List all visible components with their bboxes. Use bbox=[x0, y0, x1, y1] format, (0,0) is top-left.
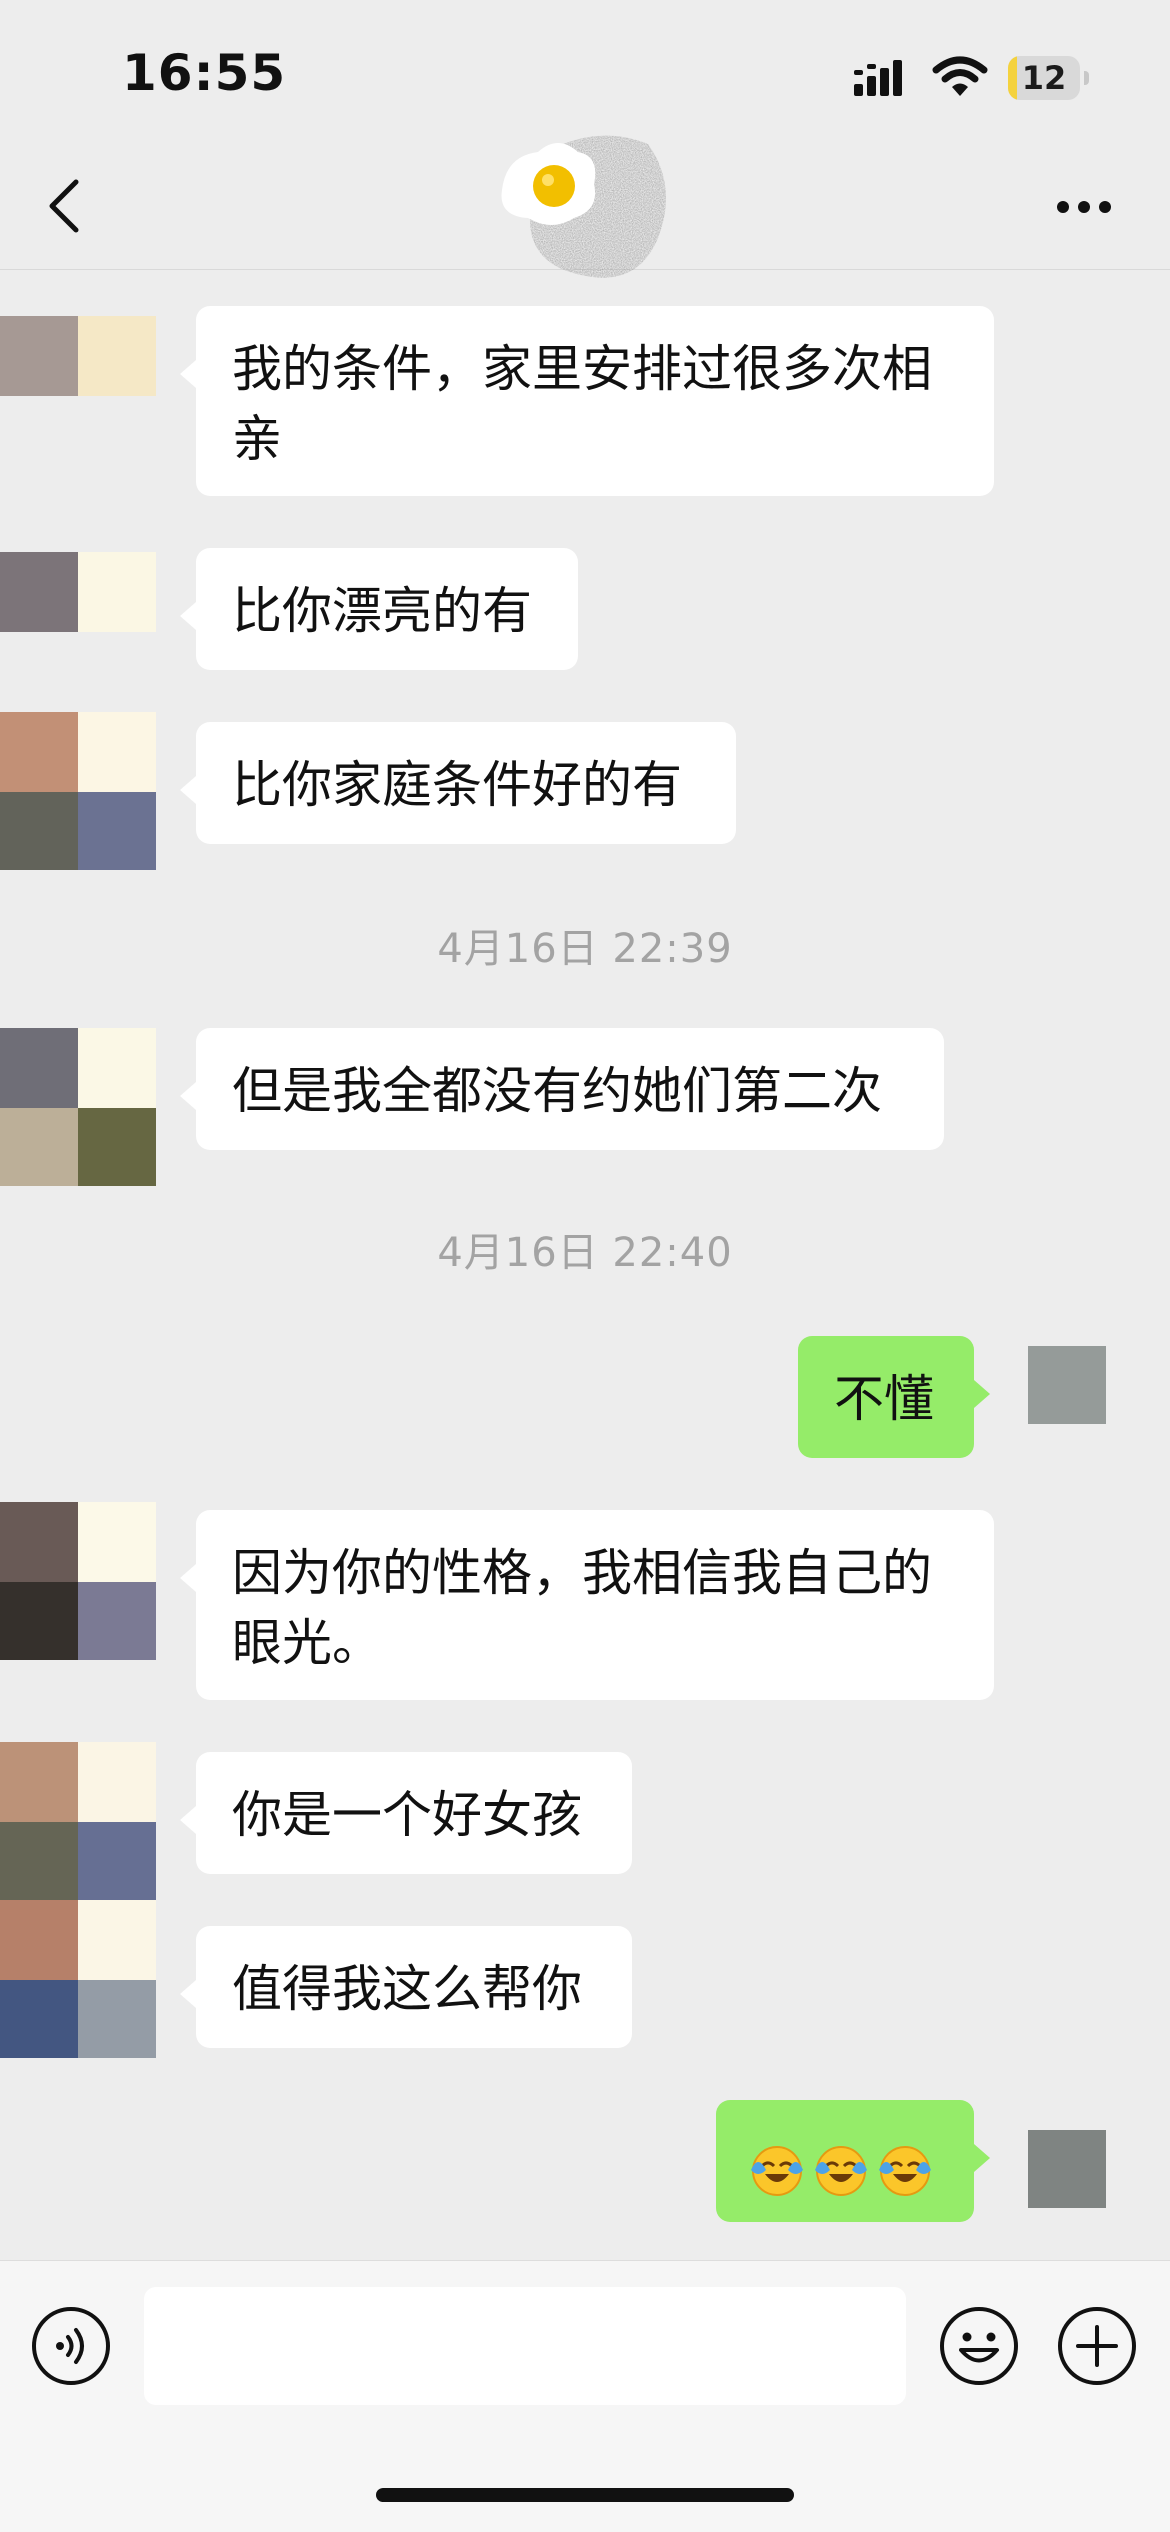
message-bubble-incoming[interactable]: 值得我这么帮你 bbox=[180, 1926, 632, 2048]
contact-avatar bbox=[78, 1028, 156, 1108]
loudly-crying-laughing-emoji bbox=[879, 2145, 931, 2196]
chat-header bbox=[0, 135, 1170, 278]
ellipsis-icon[interactable] bbox=[1055, 198, 1113, 216]
message-bubble-incoming[interactable]: 因为你的性格，我相信我自己的眼光。 bbox=[180, 1510, 994, 1700]
message-text: 比你漂亮的有 bbox=[232, 582, 532, 640]
message-bubble-incoming[interactable]: 我的条件，家里安排过很多次相亲 bbox=[180, 306, 994, 496]
message-bubble-outgoing[interactable]: 不懂 bbox=[798, 1336, 990, 1458]
contact-avatar bbox=[0, 792, 78, 870]
battery-icon: 12 bbox=[1008, 56, 1090, 100]
message-text: 不懂 bbox=[834, 1370, 934, 1428]
loudly-crying-laughing-emoji bbox=[751, 2145, 803, 2196]
loudly-crying-laughing-emoji bbox=[815, 2145, 867, 2196]
battery-cap bbox=[1084, 71, 1089, 85]
contact-avatar[interactable] bbox=[0, 712, 78, 792]
contact-avatar bbox=[0, 1980, 78, 2058]
contact-avatar[interactable] bbox=[0, 316, 78, 396]
contact-avatar bbox=[0, 1108, 78, 1186]
message-text: 值得我这么帮你 bbox=[232, 1960, 582, 2018]
message-bubble-incoming[interactable]: 你是一个好女孩 bbox=[180, 1752, 632, 1874]
message-text: 比你家庭条件好的有 bbox=[232, 756, 682, 814]
status-time: 16:55 bbox=[122, 44, 287, 102]
contact-avatar bbox=[0, 1822, 78, 1900]
message-bubble-incoming[interactable]: 但是我全都没有约她们第二次 bbox=[180, 1028, 944, 1150]
message-bubble-incoming[interactable]: 比你家庭条件好的有 bbox=[180, 722, 736, 844]
contact-avatar bbox=[0, 1582, 78, 1660]
contact-avatar bbox=[78, 1582, 156, 1660]
message-text: 我的条件，家里安排过很多次相亲 bbox=[232, 340, 932, 468]
contact-avatar[interactable] bbox=[0, 1900, 78, 1980]
home-indicator bbox=[376, 2488, 794, 2502]
message-timestamp: 4月16日 22:40 bbox=[437, 1230, 733, 1276]
chevron-left-icon[interactable] bbox=[40, 176, 90, 236]
message-input[interactable] bbox=[144, 2287, 906, 2405]
contact-avatar bbox=[78, 1502, 156, 1582]
wifi-icon bbox=[932, 56, 988, 96]
signal-icon bbox=[854, 60, 902, 96]
voice-icon[interactable] bbox=[30, 2305, 112, 2387]
contact-avatar[interactable] bbox=[0, 1028, 78, 1108]
my-avatar[interactable] bbox=[1028, 2130, 1106, 2208]
contact-avatar[interactable] bbox=[0, 552, 78, 632]
contact-avatar bbox=[78, 1900, 156, 1980]
plus-icon[interactable] bbox=[1056, 2305, 1138, 2387]
contact-avatar bbox=[78, 712, 156, 792]
my-avatar[interactable] bbox=[1028, 1346, 1106, 1424]
message-text: 但是我全都没有约她们第二次 bbox=[232, 1062, 882, 1120]
message-text: 你是一个好女孩 bbox=[232, 1786, 582, 1844]
message-bubble-outgoing[interactable] bbox=[716, 2100, 990, 2222]
chat-messages[interactable]: 我的条件，家里安排过很多次相亲 比你漂亮的有 比你家庭条件好的有 4月16日 2… bbox=[0, 270, 1170, 2260]
contact-avatar bbox=[78, 1108, 156, 1186]
message-timestamp: 4月16日 22:39 bbox=[437, 926, 733, 972]
contact-avatar[interactable] bbox=[0, 1742, 78, 1822]
contact-avatar bbox=[78, 792, 156, 870]
contact-avatar bbox=[78, 1822, 156, 1900]
contact-avatar bbox=[78, 1742, 156, 1822]
message-text: 因为你的性格，我相信我自己的眼光。 bbox=[232, 1544, 932, 1672]
contact-avatar bbox=[78, 552, 156, 632]
message-bubble-incoming[interactable]: 比你漂亮的有 bbox=[180, 548, 578, 670]
contact-avatar[interactable] bbox=[0, 1502, 78, 1582]
contact-avatar bbox=[78, 1980, 156, 2058]
battery-level: 12 bbox=[1021, 59, 1067, 97]
emoji-icon[interactable] bbox=[938, 2305, 1020, 2387]
battery-body: 12 bbox=[1008, 56, 1080, 100]
contact-avatar bbox=[78, 316, 156, 396]
